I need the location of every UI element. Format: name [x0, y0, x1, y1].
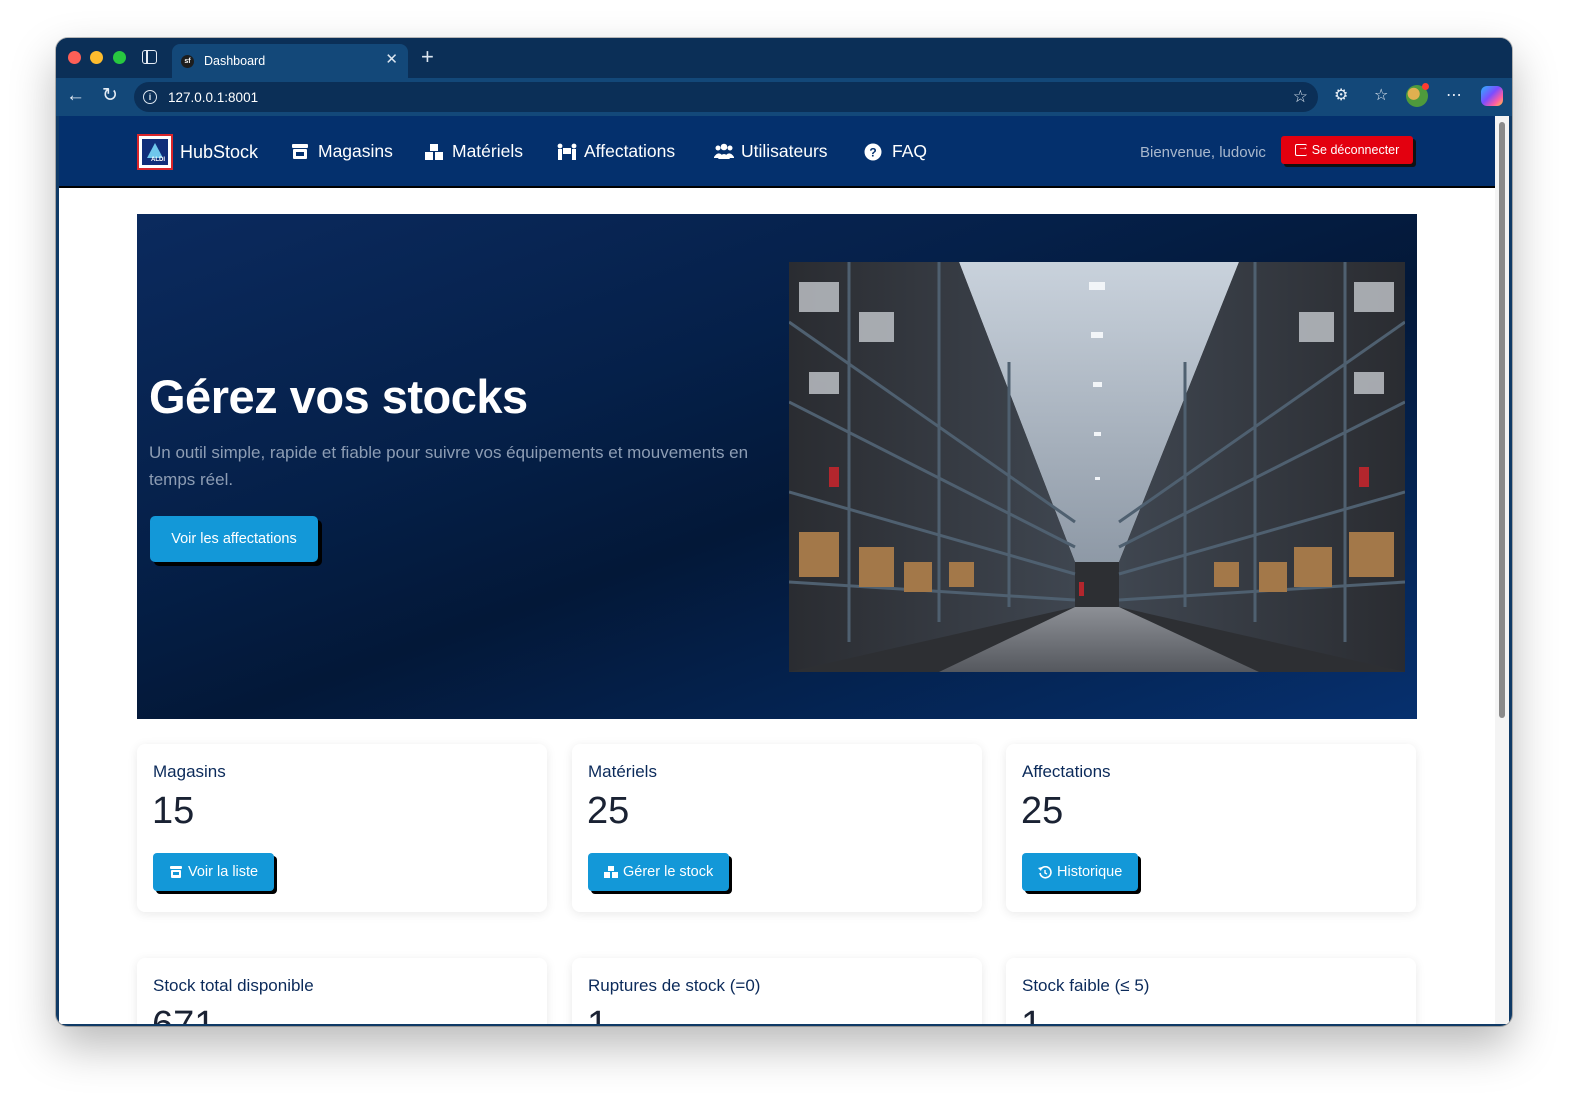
- hero-section: Gérez vos stocks Un outil simple, rapide…: [137, 214, 1417, 719]
- url-text: 127.0.0.1:8001: [168, 90, 259, 105]
- users-icon: [713, 143, 734, 161]
- stat-card-materiels: Matériels 25 Gérer le stock: [572, 744, 982, 912]
- close-tab-icon[interactable]: ✕: [385, 52, 398, 68]
- stat-card-magasins: Magasins 15 Voir la liste: [137, 744, 547, 912]
- card-title: Affectations: [1022, 762, 1111, 781]
- new-tab-button[interactable]: +: [421, 45, 434, 69]
- minimize-window-button[interactable]: [90, 51, 103, 64]
- close-window-button[interactable]: [68, 51, 81, 64]
- card-value: 1: [587, 1004, 608, 1024]
- question-circle-icon: ?: [864, 143, 884, 161]
- address-bar[interactable]: i 127.0.0.1:8001 ☆: [134, 82, 1318, 112]
- reload-icon[interactable]: ↻: [102, 86, 118, 106]
- browser-toolbar: ← ↻ i 127.0.0.1:8001 ☆ ⚙ ☆ ⋯: [56, 78, 1512, 116]
- bookmark-star-icon[interactable]: ☆: [1293, 87, 1308, 107]
- hero-title: Gérez vos stocks: [149, 370, 528, 423]
- manage-stock-button[interactable]: Gérer le stock: [588, 853, 730, 891]
- card-title: Ruptures de stock (=0): [588, 976, 761, 995]
- page-viewport: ALDI HubStock Magasins Matériels Affecta…: [59, 116, 1509, 1024]
- card-title: Magasins: [153, 762, 226, 781]
- nav-affectations[interactable]: Affectations: [556, 141, 675, 162]
- logout-button[interactable]: Se déconnecter: [1281, 136, 1413, 164]
- card-title: Stock faible (≤ 5): [1022, 976, 1150, 995]
- back-icon[interactable]: ←: [66, 86, 85, 106]
- scrollbar-thumb[interactable]: [1499, 122, 1505, 718]
- card-value: 1: [1021, 1004, 1042, 1024]
- favicon-icon: sf: [181, 55, 194, 68]
- brand-link[interactable]: ALDI HubStock: [137, 134, 258, 170]
- stat-card-total-stock: Stock total disponible 671: [137, 958, 547, 1024]
- tab-title: Dashboard: [204, 54, 266, 68]
- boxes-icon: [424, 143, 444, 161]
- favorites-icon[interactable]: ☆: [1374, 86, 1388, 106]
- welcome-text: Bienvenue, ludovic: [1140, 144, 1266, 161]
- svg-text:?: ?: [869, 145, 876, 159]
- stat-card-out-of-stock: Ruptures de stock (=0) 1: [572, 958, 982, 1024]
- nav-faq[interactable]: ? FAQ: [864, 141, 927, 162]
- card-title: Stock total disponible: [153, 976, 314, 995]
- sign-out-icon: [1294, 141, 1309, 156]
- site-navbar: ALDI HubStock Magasins Matériels Affecta…: [59, 116, 1495, 188]
- card-value: 15: [152, 790, 195, 832]
- aldi-logo: ALDI: [137, 134, 173, 170]
- card-value: 25: [587, 790, 630, 832]
- card-value: 671: [152, 1004, 215, 1024]
- store-icon: [169, 865, 183, 879]
- vertical-scrollbar[interactable]: [1495, 116, 1509, 1024]
- view-affectations-button[interactable]: Voir les affectations: [150, 516, 318, 562]
- browser-tab[interactable]: sf Dashboard ✕: [172, 44, 408, 78]
- copilot-icon[interactable]: [1481, 86, 1503, 106]
- sidebar-toggle-icon[interactable]: [142, 50, 157, 64]
- card-title: Matériels: [588, 762, 657, 781]
- card-value: 25: [1021, 790, 1064, 832]
- stat-card-low-stock: Stock faible (≤ 5) 1: [1006, 958, 1416, 1024]
- brand-name: HubStock: [180, 141, 259, 162]
- nav-magasins[interactable]: Magasins: [290, 141, 393, 162]
- people-carry-icon: [556, 143, 577, 161]
- site-info-icon[interactable]: i: [143, 90, 157, 104]
- extensions-icon[interactable]: ⚙: [1334, 86, 1348, 106]
- history-icon: [1038, 865, 1052, 879]
- tab-strip: sf Dashboard ✕ +: [56, 38, 1512, 78]
- nav-utilisateurs[interactable]: Utilisateurs: [713, 141, 828, 162]
- hero-subtitle: Un outil simple, rapide et fiable pour s…: [149, 443, 749, 489]
- maximize-window-button[interactable]: [113, 51, 126, 64]
- stat-card-affectations: Affectations 25 Historique: [1006, 744, 1416, 912]
- store-icon: [290, 143, 310, 161]
- warehouse-image: [789, 262, 1405, 672]
- view-list-button[interactable]: Voir la liste: [153, 853, 275, 891]
- notification-dot: [1422, 83, 1429, 90]
- more-menu-icon[interactable]: ⋯: [1446, 86, 1462, 106]
- browser-window: sf Dashboard ✕ + ← ↻ i 127.0.0.1:8001 ☆ …: [56, 38, 1512, 1026]
- history-button[interactable]: Historique: [1022, 853, 1139, 891]
- boxes-icon: [604, 865, 618, 879]
- nav-materiels[interactable]: Matériels: [424, 141, 523, 162]
